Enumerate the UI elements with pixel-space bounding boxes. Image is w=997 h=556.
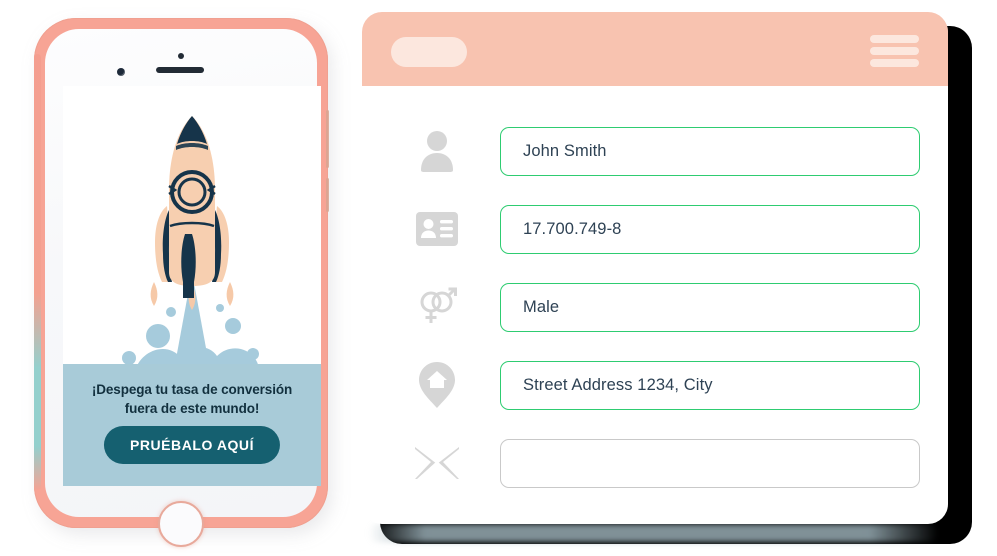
promo-headline: ¡Despega tu tasa de conversión fuera de …: [91, 382, 293, 416]
form-card-container: John Smith 17.700.749-8 Male Street Addr…: [362, 12, 972, 544]
phone-speaker-grille: [156, 67, 205, 73]
form-card: John Smith 17.700.749-8 Male Street Addr…: [362, 12, 948, 524]
card-ground-shadow: [368, 524, 938, 542]
hamburger-bar: [870, 35, 919, 43]
gender-field[interactable]: Male: [500, 282, 920, 332]
name-field[interactable]: John Smith: [500, 126, 920, 176]
hamburger-bar: [870, 59, 919, 67]
phone-screen: ¡Despega tu tasa de conversión fuera de …: [63, 86, 321, 486]
phone-power-button[interactable]: [326, 178, 329, 212]
rocket-engine-stripe: [181, 234, 196, 298]
gender-field-value: Male: [523, 297, 560, 316]
form-row: 17.700.749-8: [362, 190, 948, 268]
home-location-pin-icon: [414, 362, 460, 408]
address-field[interactable]: Street Address 1234, City: [500, 360, 920, 410]
form-row: [362, 424, 948, 502]
phone-body: ¡Despega tu tasa de conversión fuera de …: [45, 29, 321, 547]
phone-sensor-icon: [178, 53, 184, 59]
form-body: John Smith 17.700.749-8 Male Street Addr…: [362, 86, 948, 502]
id-number-field[interactable]: 17.700.749-8: [500, 204, 920, 254]
form-row: Male: [362, 268, 948, 346]
card-header: [362, 12, 948, 86]
phone-front-camera-icon: [117, 68, 125, 76]
rocket-nose-cone: [177, 116, 207, 144]
try-it-here-button[interactable]: PRUÉBALO AQUÍ: [103, 426, 281, 464]
logo-placeholder[interactable]: [391, 37, 467, 67]
form-row: Street Address 1234, City: [362, 346, 948, 424]
hamburger-bar: [870, 47, 919, 55]
email-field[interactable]: [500, 438, 920, 488]
name-field-value: John Smith: [523, 141, 607, 160]
person-icon: [414, 128, 460, 174]
phone-volume-button[interactable]: [326, 110, 329, 168]
id-card-icon: [414, 206, 460, 252]
promo-panel: ¡Despega tu tasa de conversión fuera de …: [63, 364, 321, 486]
envelope-icon: [414, 440, 460, 486]
address-field-value: Street Address 1234, City: [523, 375, 713, 394]
phone-frame: ¡Despega tu tasa de conversión fuera de …: [34, 18, 329, 547]
gender-icon: [414, 284, 460, 330]
hamburger-menu-icon[interactable]: [870, 35, 919, 67]
phone-home-button[interactable]: [158, 501, 204, 547]
form-row: John Smith: [362, 112, 948, 190]
phone-mockup: ¡Despega tu tasa de conversión fuera de …: [34, 18, 336, 547]
phone-frame-edge-highlight: [34, 54, 41, 490]
id-number-field-value: 17.700.749-8: [523, 219, 622, 238]
